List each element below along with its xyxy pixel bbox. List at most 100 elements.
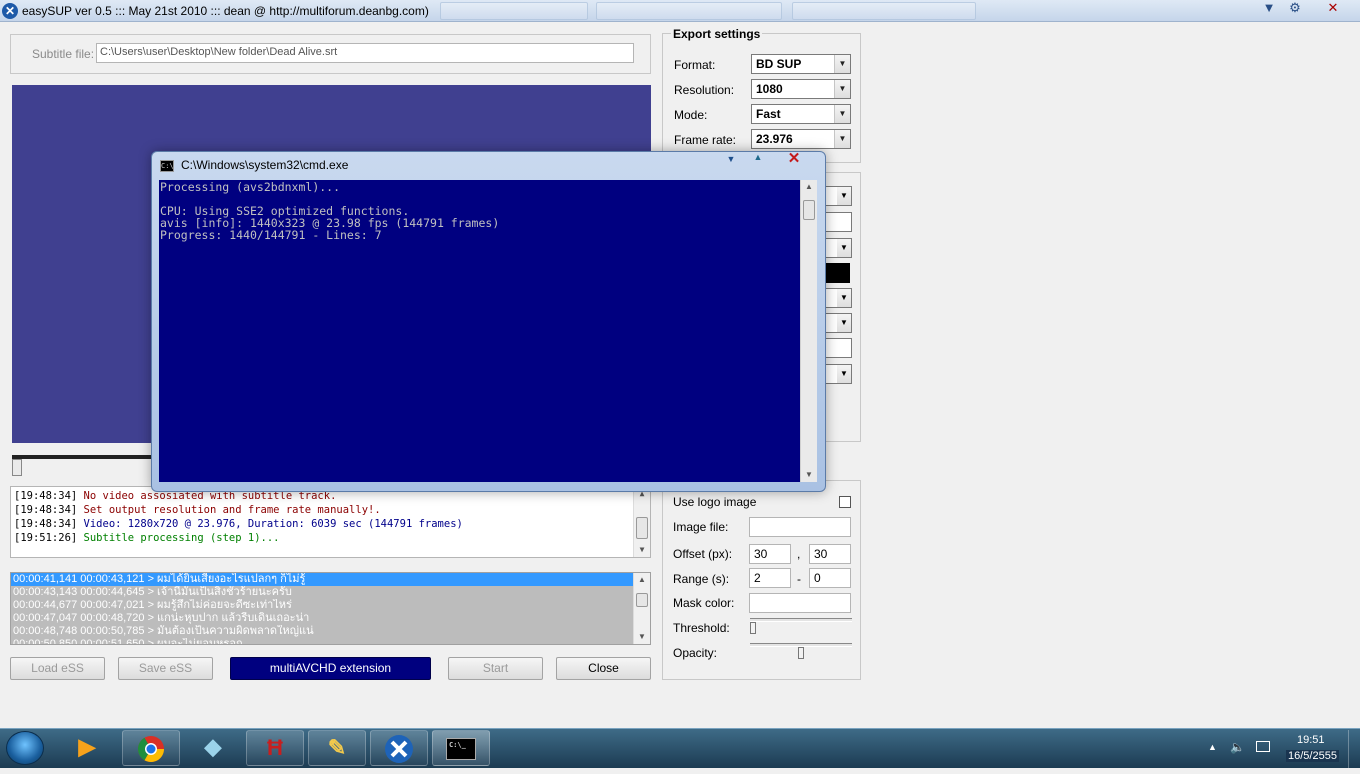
taskbar-chrome[interactable] [122, 730, 180, 766]
range-to-input[interactable]: 0 [809, 568, 851, 588]
clock-time[interactable]: 19:51 [1297, 734, 1325, 746]
taskbar-easysup[interactable] [370, 730, 428, 766]
subtitle-list-scrollbar[interactable]: ▲ ▼ [633, 573, 650, 644]
subtitle-row[interactable]: 00:00:41,141 00:00:43,121 > ผมได้ยินเสีย… [11, 573, 650, 586]
show-desktop-button[interactable] [1348, 730, 1360, 768]
format-select[interactable]: BD SUP ▼ [751, 54, 851, 74]
frame-rate-select[interactable]: 23.976 ▼ [751, 129, 851, 149]
save-ess-button[interactable]: Save eSS [118, 657, 213, 680]
mask-color-input[interactable] [749, 593, 851, 613]
minimize-icon[interactable]: ▼ [722, 154, 740, 166]
subtitle-rows: 00:00:41,141 00:00:43,121 > ผมได้ยินเสีย… [11, 573, 650, 644]
scroll-down-icon[interactable]: ▼ [634, 543, 650, 557]
appearance-select[interactable]: ▼ [822, 238, 852, 258]
appearance-select[interactable]: ▼ [822, 186, 852, 206]
appearance-field[interactable] [822, 338, 852, 358]
chevron-down-icon[interactable]: ▼ [837, 239, 851, 257]
background-tab[interactable] [440, 2, 588, 20]
tray-expand-icon[interactable]: ▲ [1208, 742, 1217, 752]
log-line: [19:51:26] Subtitle processing (step 1).… [14, 531, 647, 545]
use-logo-checkbox[interactable] [839, 496, 851, 508]
offset-separator: , [797, 547, 801, 561]
log-timestamp: [19:48:34] [14, 504, 78, 516]
appearance-select[interactable]: ▼ [822, 313, 852, 333]
taskbar-app[interactable]: ◆ [184, 730, 242, 766]
color-swatch[interactable] [822, 263, 850, 283]
scroll-thumb[interactable] [636, 593, 648, 607]
window-title: easySUP ver 0.5 ::: May 21st 2010 ::: de… [22, 4, 429, 18]
frame-rate-label: Frame rate: [674, 133, 737, 147]
chevron-down-icon[interactable]: ▼ [837, 365, 851, 383]
mode-value: Fast [756, 107, 781, 121]
log-message: Subtitle processing (step 1)... [77, 532, 280, 544]
frame-rate-value: 23.976 [756, 132, 793, 146]
chevron-down-icon[interactable]: ▼ [837, 314, 851, 332]
subtitle-row[interactable]: 00:00:50,850 00:00:51,650 > ผมจะไม่ยอมหร… [11, 638, 650, 644]
resolution-select[interactable]: 1080 ▼ [751, 79, 851, 99]
scroll-thumb[interactable] [636, 517, 648, 539]
cmd-scrollbar[interactable]: ▲ ▼ [800, 180, 817, 482]
scroll-down-icon[interactable]: ▼ [634, 630, 650, 644]
cmd-console-output: Processing (avs2bdnxml)... CPU: Using SSE… [159, 180, 800, 482]
subtitle-list[interactable]: 00:00:41,141 00:00:43,121 > ผมได้ยินเสีย… [10, 572, 651, 645]
scroll-thumb[interactable] [803, 200, 815, 220]
resolution-value: 1080 [756, 82, 783, 96]
app-icon[interactable]: ✕ [2, 3, 18, 19]
opacity-slider-thumb[interactable] [798, 647, 804, 659]
export-settings-title: Export settings [671, 27, 763, 41]
chevron-down-icon[interactable]: ▼ [834, 105, 850, 123]
taskbar-media-player[interactable]: ▶ [58, 730, 116, 766]
subtitle-row[interactable]: 00:00:48,748 00:00:50,785 > มันต้องเป็นค… [11, 625, 650, 638]
load-ess-button[interactable]: Load eSS [10, 657, 105, 680]
threshold-slider[interactable] [750, 618, 852, 622]
network-icon[interactable] [1256, 741, 1270, 752]
seek-slider-thumb[interactable] [12, 459, 22, 476]
chevron-down-icon[interactable]: ▼ [834, 130, 850, 148]
background-tab[interactable] [792, 2, 976, 20]
log-lines: [19:48:34] No video assosiated with subt… [14, 489, 647, 545]
chevron-down-icon[interactable]: ▼ [837, 289, 851, 307]
image-file-input[interactable] [749, 517, 851, 537]
start-button[interactable]: Start [448, 657, 543, 680]
scroll-up-icon[interactable]: ▲ [634, 573, 650, 587]
appearance-select[interactable]: ▼ [822, 364, 852, 384]
multiavchd-extension-button[interactable]: multiAVCHD extension [230, 657, 431, 680]
windows-start-icon[interactable] [6, 731, 44, 765]
scroll-down-icon[interactable]: ▼ [801, 468, 817, 482]
clock-date[interactable]: 16/5/2555 [1286, 750, 1339, 762]
appearance-field[interactable] [822, 212, 852, 232]
chevron-down-icon[interactable]: ▼ [837, 187, 851, 205]
subtitle-row[interactable]: 00:00:43,143 00:00:44,645 > เจ้านี่มันเป… [11, 586, 650, 599]
log-scrollbar[interactable]: ▲ ▼ [633, 487, 650, 557]
subtitle-row[interactable]: 00:00:47,047 00:00:48,720 > แกน่ะหุบปาก … [11, 612, 650, 625]
close-icon[interactable]: ✕ [1320, 0, 1346, 18]
taskbar-cmd[interactable]: C:\_ [432, 730, 490, 766]
threshold-slider-thumb[interactable] [750, 622, 756, 634]
appearance-select[interactable]: ▼ [822, 288, 852, 308]
resolution-label: Resolution: [674, 83, 735, 97]
volume-icon[interactable]: 🔈 [1230, 740, 1245, 754]
subtitle-file-input[interactable]: C:\Users\user\Desktop\New folder\Dead Al… [96, 43, 634, 63]
close-button[interactable]: Close [556, 657, 651, 680]
game-icon: Ħ [267, 735, 283, 760]
taskbar-paint[interactable]: ✎ [308, 730, 366, 766]
maximize-icon[interactable]: ▲ [749, 152, 767, 164]
opacity-label: Opacity: [673, 646, 718, 660]
subtitle-row[interactable]: 00:00:44,677 00:00:47,021 > ผมรู้สึกไม่ค… [11, 599, 650, 612]
minimize-icon[interactable]: ▼ [1256, 0, 1282, 18]
chevron-down-icon[interactable]: ▼ [834, 80, 850, 98]
log-message: Video: 1280x720 @ 23.976, Duration: 6039… [77, 518, 463, 530]
settings-icon[interactable]: ⚙ [1282, 0, 1308, 18]
range-from-input[interactable]: 2 [749, 568, 791, 588]
chevron-down-icon[interactable]: ▼ [834, 55, 850, 73]
cmd-taskbar-icon: C:\_ [433, 731, 489, 765]
background-tab[interactable] [596, 2, 782, 20]
scroll-up-icon[interactable]: ▲ [801, 180, 817, 194]
close-icon[interactable]: ✕ [782, 151, 806, 167]
paint-icon: ✎ [327, 735, 347, 760]
mode-select[interactable]: Fast ▼ [751, 104, 851, 124]
taskbar-app[interactable]: Ħ [246, 730, 304, 766]
offset-x-input[interactable]: 30 [749, 544, 791, 564]
log-line: [19:48:34] Video: 1280x720 @ 23.976, Dur… [14, 517, 647, 531]
offset-y-input[interactable]: 30 [809, 544, 851, 564]
